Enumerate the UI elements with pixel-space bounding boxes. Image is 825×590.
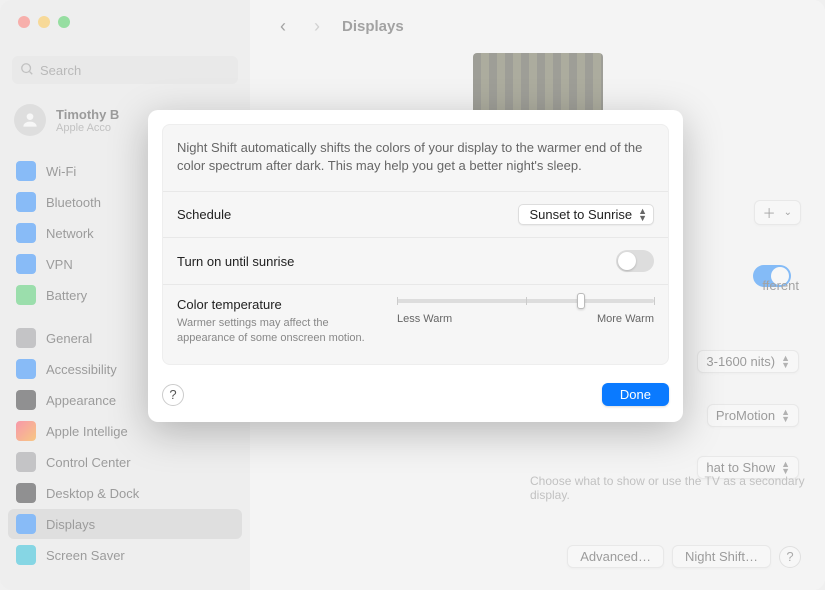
less-warm-label: Less Warm xyxy=(397,313,452,325)
color-temperature-row: Color temperature Warmer settings may af… xyxy=(163,285,668,364)
slider-thumb[interactable] xyxy=(577,293,585,309)
color-slider-wrap: Less Warm More Warm xyxy=(397,297,654,346)
turn-on-row: Turn on until sunrise xyxy=(163,238,668,285)
more-warm-label: More Warm xyxy=(597,313,654,325)
turn-on-toggle[interactable] xyxy=(616,250,654,272)
color-temperature-label: Color temperature xyxy=(177,297,377,312)
night-shift-sheet: Night Shift automatically shifts the col… xyxy=(148,110,683,422)
sheet-footer: ? Done xyxy=(148,379,683,422)
sheet-help-button[interactable]: ? xyxy=(162,384,184,406)
schedule-row: Schedule Sunset to Sunrise ▲▼ xyxy=(163,192,668,238)
updown-icon: ▲▼ xyxy=(638,208,647,222)
done-button[interactable]: Done xyxy=(602,383,669,406)
sheet-description: Night Shift automatically shifts the col… xyxy=(163,125,668,192)
schedule-value: Sunset to Sunrise xyxy=(529,207,632,222)
turn-on-label: Turn on until sunrise xyxy=(177,254,294,269)
schedule-dropdown[interactable]: Sunset to Sunrise ▲▼ xyxy=(518,204,654,225)
color-temperature-desc: Warmer settings may affect the appearanc… xyxy=(177,316,377,346)
schedule-label: Schedule xyxy=(177,207,231,222)
sheet-group: Night Shift automatically shifts the col… xyxy=(162,124,669,365)
color-temperature-slider[interactable] xyxy=(397,299,654,303)
